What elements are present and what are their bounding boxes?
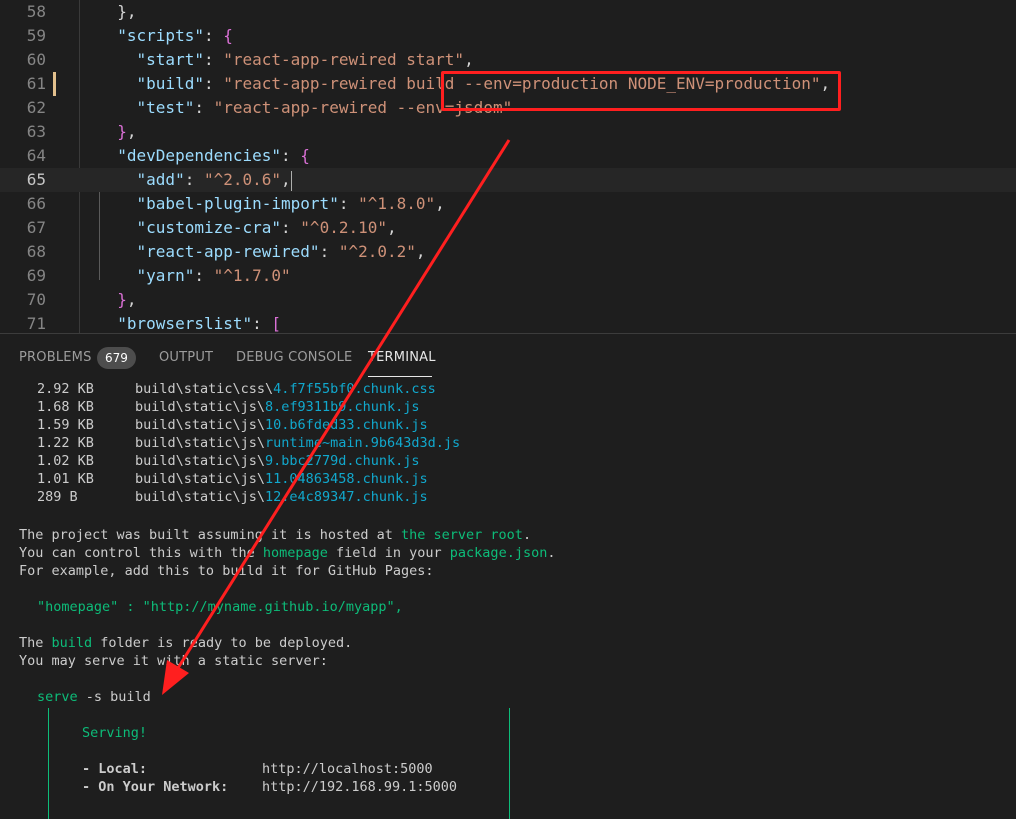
tab-output[interactable]: OUTPUT: [159, 350, 213, 365]
serving-message: Serving!: [82, 725, 148, 741]
network-url-link[interactable]: http://192.168.99.1:5000: [262, 778, 457, 796]
build-file-row: 1.59 KB build\static\js\10.b6fded33.chunk…: [37, 417, 428, 433]
line-number: 60: [26, 50, 46, 69]
code-text: },: [98, 2, 137, 21]
code-text: "babel-plugin-import": "^1.8.0",: [98, 194, 445, 213]
terminal-line: serve -s build: [37, 689, 151, 705]
code-line[interactable]: 70 },: [0, 288, 1016, 312]
code-line[interactable]: 59 "scripts": {: [0, 24, 1016, 48]
line-number: 61: [26, 74, 46, 93]
build-file-row: 1.68 KB build\static\js\8.ef9311b9.chunk.…: [37, 399, 420, 415]
code-text: "devDependencies": {: [98, 146, 310, 165]
line-number: 70: [26, 290, 46, 309]
line-number: 65: [26, 170, 46, 189]
build-file-row: 1.01 KB build\static\js\11.04863458.chunk…: [37, 471, 428, 487]
code-line[interactable]: 60 "start": "react-app-rewired start",: [0, 48, 1016, 72]
code-text: },: [98, 290, 137, 309]
bottom-panel: PROBLEMS 679 OUTPUT DEBUG CONSOLE TERMIN…: [0, 333, 1016, 819]
line-number: 69: [26, 266, 46, 285]
line-number: 58: [26, 2, 46, 21]
code-text: "start": "react-app-rewired start",: [98, 50, 474, 69]
local-label: - Local:: [82, 761, 148, 777]
panel-tabs: PROBLEMS 679 OUTPUT DEBUG CONSOLE TERMIN…: [0, 334, 1016, 382]
tab-problems[interactable]: PROBLEMS: [19, 350, 92, 365]
line-number: 59: [26, 26, 46, 45]
build-file-row: 1.02 KB build\static\js\9.bbc2779d.chunk.…: [37, 453, 420, 469]
code-text: "add": "^2.0.6",: [98, 170, 292, 191]
line-number: 67: [26, 218, 46, 237]
highlight-box: [441, 71, 841, 111]
code-text: "browserslist": [: [98, 314, 282, 333]
serve-box-right-border: [509, 708, 510, 819]
terminal-line: The project was built assuming it is hos…: [19, 527, 532, 543]
build-file-row: 2.92 KB build\static\css\4.f7f55bf0.chunk…: [37, 381, 436, 397]
terminal-line: "homepage" : "http://myname.github.io/my…: [37, 599, 403, 615]
terminal-line: You may serve it with a static server:: [19, 653, 328, 669]
network-label: - On Your Network:: [82, 779, 229, 795]
text-cursor: [290, 170, 292, 191]
code-editor[interactable]: 58 }, 59 "scripts": {60 "start": "react-a…: [0, 0, 1016, 333]
code-text: "customize-cra": "^0.2.10",: [98, 218, 397, 237]
line-number: 66: [26, 194, 46, 213]
line-number: 71: [26, 314, 46, 333]
active-tab-indicator: [368, 376, 432, 377]
tab-debug-console[interactable]: DEBUG CONSOLE: [236, 350, 352, 365]
code-line[interactable]: 58 },: [0, 0, 1016, 24]
terminal-line: For example, add this to build it for Gi…: [19, 563, 434, 579]
code-line[interactable]: 69 "yarn": "^1.7.0": [0, 264, 1016, 288]
code-text: "scripts": {: [98, 26, 233, 45]
line-number: 68: [26, 242, 46, 261]
build-file-row: 289 Bbuild\static\js\12.e4c89347.chunk.j…: [37, 489, 428, 505]
code-line[interactable]: 63 },: [0, 120, 1016, 144]
line-number: 64: [26, 146, 46, 165]
code-line[interactable]: 71 "browserslist": [: [0, 312, 1016, 333]
code-line[interactable]: 67 "customize-cra": "^0.2.10",: [0, 216, 1016, 240]
modified-line-marker: [53, 72, 56, 96]
code-line[interactable]: 65 "add": "^2.0.6",: [0, 168, 1016, 192]
code-text: "react-app-rewired": "^2.0.2",: [98, 242, 426, 261]
code-line[interactable]: 66 "babel-plugin-import": "^1.8.0",: [0, 192, 1016, 216]
local-url-link[interactable]: http://localhost:5000: [262, 760, 433, 778]
serve-box-left-border: [48, 708, 49, 819]
tab-terminal[interactable]: TERMINAL: [368, 350, 436, 365]
code-text: },: [98, 122, 137, 141]
problems-count-badge: 679: [97, 347, 136, 369]
code-text: "yarn": "^1.7.0": [98, 266, 291, 285]
line-number: 63: [26, 122, 46, 141]
code-line[interactable]: 64 "devDependencies": {: [0, 144, 1016, 168]
build-file-row: 1.22 KB build\static\js\runtime~main.9b64…: [37, 435, 461, 451]
terminal-line: The build folder is ready to be deployed…: [19, 635, 353, 651]
terminal-line: You can control this with the homepage f…: [19, 545, 556, 561]
code-line[interactable]: 68 "react-app-rewired": "^2.0.2",: [0, 240, 1016, 264]
line-number: 62: [26, 98, 46, 117]
